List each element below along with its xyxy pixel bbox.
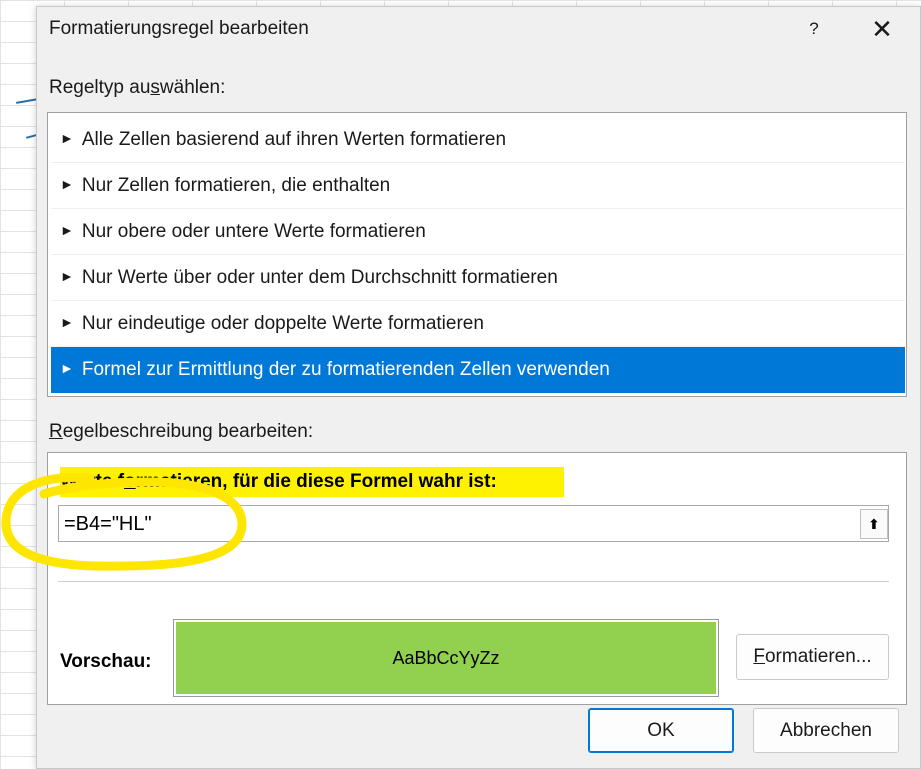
help-button[interactable]: ? xyxy=(799,15,829,43)
triangle-right-icon: ► xyxy=(60,222,74,238)
rule-type-item[interactable]: ► Nur Werte über oder unter dem Durchschn… xyxy=(51,255,905,301)
cancel-button[interactable]: Abbrechen xyxy=(753,708,899,753)
rule-type-heading: Regeltyp auswählen: xyxy=(49,77,226,98)
preview-sample: AaBbCcYyZz xyxy=(176,622,716,694)
rule-type-item[interactable]: ► Nur obere oder untere Werte formatieren xyxy=(51,209,905,255)
triangle-right-icon: ► xyxy=(60,360,74,376)
triangle-right-icon: ► xyxy=(60,176,74,192)
formula-input[interactable]: =B4="HL" ⬆ xyxy=(58,505,889,542)
title-bar: Formatierungsregel bearbeiten ? ✕ xyxy=(37,7,920,51)
dialog-title: Formatierungsregel bearbeiten xyxy=(49,18,309,39)
rule-type-item[interactable]: ► Nur Zellen formatieren, die enthalten xyxy=(51,163,905,209)
triangle-right-icon: ► xyxy=(60,314,74,330)
ok-button[interactable]: OK xyxy=(588,708,734,753)
rule-type-item[interactable]: ► Nur eindeutige oder doppelte Werte form… xyxy=(51,301,905,347)
triangle-right-icon: ► xyxy=(60,268,74,284)
rule-type-item[interactable]: ► Alle Zellen basierend auf ihren Werten … xyxy=(51,117,905,163)
rule-type-item-selected[interactable]: ► Formel zur Ermittlung der zu formatiere… xyxy=(51,347,905,393)
format-button[interactable]: Formatieren... xyxy=(736,634,889,680)
rule-description-heading: Regelbeschreibung bearbeiten: xyxy=(49,421,314,442)
close-button[interactable]: ✕ xyxy=(865,13,899,45)
divider xyxy=(58,581,889,582)
preview-box: AaBbCcYyZz xyxy=(173,619,719,697)
rule-description-panel: Werte formatieren, für die diese Formel … xyxy=(47,452,907,705)
rule-type-list[interactable]: ► Alle Zellen basierend auf ihren Werten … xyxy=(47,112,907,397)
triangle-right-icon: ► xyxy=(60,130,74,146)
edit-formatting-rule-dialog: Formatierungsregel bearbeiten ? ✕ Regelt… xyxy=(36,6,921,769)
collapse-dialog-icon[interactable]: ⬆ xyxy=(860,509,888,539)
formula-label: Werte formatieren, für die diese Formel … xyxy=(60,471,497,492)
formula-value: =B4="HL" xyxy=(64,513,152,535)
preview-label: Vorschau: xyxy=(60,651,152,672)
